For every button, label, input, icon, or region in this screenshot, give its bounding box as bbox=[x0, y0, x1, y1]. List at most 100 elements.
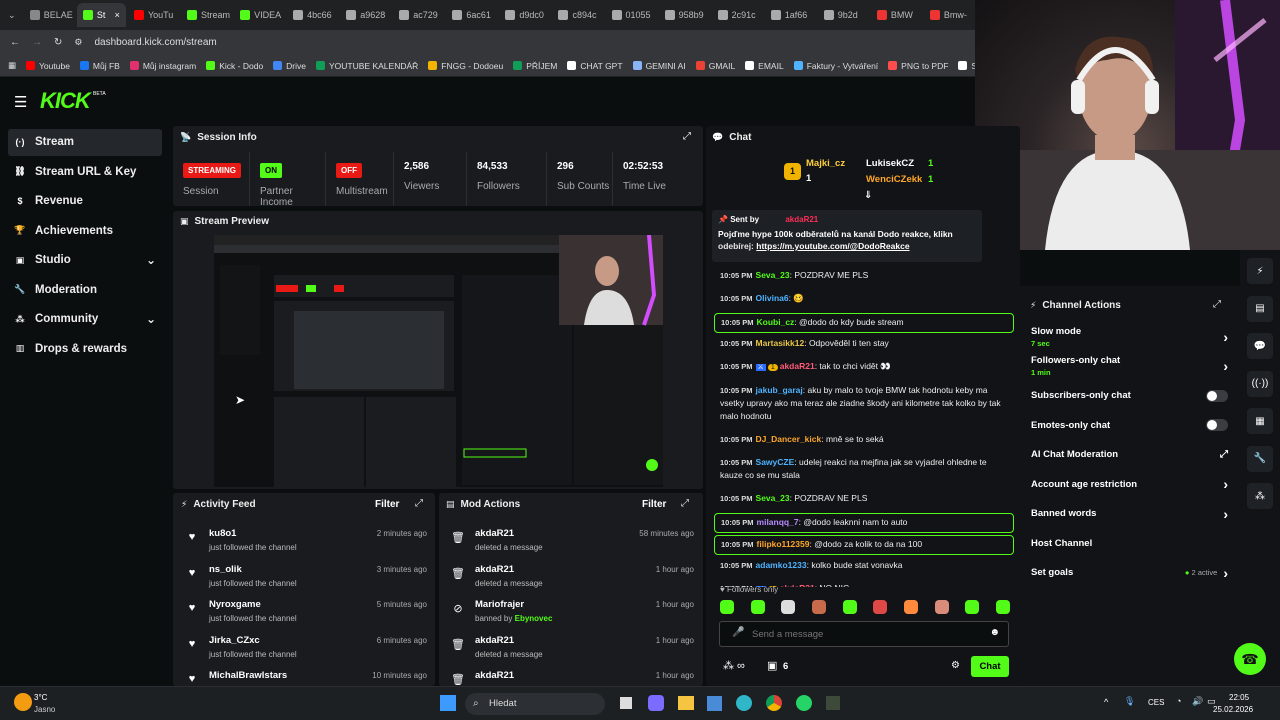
browser-tab[interactable]: Stream bbox=[181, 3, 232, 27]
clock-time[interactable]: 22:05 bbox=[1229, 693, 1249, 702]
browser-tab[interactable]: VIDEA bbox=[234, 3, 285, 27]
chat-message[interactable]: 10:05 PM Seva_23: POZDRAV ME PLS bbox=[714, 267, 1014, 285]
mod-action-user[interactable]: akdaR21 bbox=[475, 528, 543, 539]
browser-tab[interactable]: 4bc66 bbox=[287, 3, 338, 27]
chat-username[interactable]: Koubi_cz bbox=[757, 317, 795, 327]
users-infinity-icon[interactable]: ⁂ ∞ bbox=[723, 659, 745, 672]
chat-message-input[interactable] bbox=[752, 626, 972, 642]
chat-message[interactable]: 10:05 PM filipko112359: @dodo za kolik to… bbox=[714, 535, 1014, 555]
browser-tab[interactable]: d9dc0 bbox=[499, 3, 550, 27]
chat-username[interactable]: Martasikk12 bbox=[756, 338, 805, 348]
chat-username[interactable]: Olivina6 bbox=[756, 293, 789, 303]
toggle-switch[interactable] bbox=[1206, 389, 1228, 402]
channel-action-emotes-only-chat[interactable]: Emotes-only chat bbox=[1020, 411, 1240, 441]
channel-action-account-age-restriction[interactable]: Account age restriction › bbox=[1020, 470, 1240, 500]
chat-input-box[interactable]: 🎤 ☻ bbox=[719, 621, 1009, 647]
leader-1-name[interactable]: Majki_cz bbox=[806, 158, 845, 169]
volume-icon[interactable]: 🔊 bbox=[1192, 696, 1203, 707]
leader-2-name[interactable]: LukisekCZ bbox=[866, 158, 914, 169]
bookmark[interactable]: YOUTUBE KALENDÁŘ bbox=[316, 61, 418, 71]
sidebar-item-community[interactable]: ⁂ Community ⌄ bbox=[8, 306, 162, 333]
gift-icon[interactable]: ▣ bbox=[767, 659, 777, 672]
chevron-right-icon[interactable]: › bbox=[1223, 329, 1228, 345]
close-tab-icon[interactable]: × bbox=[115, 10, 120, 20]
pinned-message[interactable]: 📌 Sent by akdaR21 Pojďme hype 100k odběr… bbox=[712, 210, 982, 262]
chat-username[interactable]: akdaR21 bbox=[780, 361, 815, 371]
activity-user[interactable]: Jirka_CZxc bbox=[209, 635, 297, 646]
chevron-right-icon[interactable]: › bbox=[1223, 565, 1228, 581]
bolt-icon[interactable]: ⚡ bbox=[1247, 258, 1273, 284]
leader-3-name[interactable]: WenciCZekk bbox=[866, 174, 922, 185]
channel-action-slow-mode[interactable]: Slow mode 7 sec › bbox=[1020, 322, 1240, 352]
settings-icon[interactable]: ⚙ bbox=[951, 660, 960, 671]
url-field[interactable]: dashboard.kick.com/stream bbox=[94, 37, 216, 48]
chat-username[interactable]: DJ_Dancer_kick bbox=[756, 434, 822, 444]
chevron-down-icon[interactable]: ⌄ bbox=[146, 312, 156, 326]
store-icon[interactable] bbox=[707, 696, 722, 711]
mod-action-user[interactable]: akdaR21 bbox=[475, 564, 543, 575]
activity-filter-button[interactable]: Filter bbox=[375, 499, 399, 510]
broadcast-icon[interactable]: ((·)) bbox=[1247, 370, 1273, 397]
chat-message[interactable]: 10:05 PM jakub_garaj: aku by malo to tvoj… bbox=[714, 382, 1014, 426]
bookmark[interactable]: GEMINI AI bbox=[632, 61, 686, 71]
pinned-link[interactable]: https://m.youtube.com/@DodoReakce bbox=[756, 241, 909, 251]
activity-row[interactable]: ♥ ns_olik just followed the channel 3 minut… bbox=[185, 564, 427, 600]
stream-preview-video[interactable] bbox=[214, 235, 663, 487]
chevron-right-icon[interactable]: › bbox=[1223, 476, 1228, 492]
chrome-icon[interactable] bbox=[766, 695, 782, 711]
mod-action-row[interactable]: ⊘ Mariofrajer banned by Ebynovec 1 hour ago bbox=[451, 599, 694, 635]
channel-action-set-goals[interactable]: Set goals ● 2 active › bbox=[1020, 558, 1240, 588]
chat-message[interactable]: 10:05 PM Martasikk12: Odpověděl ti ten st… bbox=[714, 335, 1014, 353]
activity-row[interactable]: ♥ ku8o1 just followed the channel 2 minutes… bbox=[185, 528, 427, 564]
browser-tab[interactable]: c894c bbox=[552, 3, 603, 27]
expand-icon[interactable]: ⤢ bbox=[415, 498, 423, 509]
chevron-right-icon[interactable]: › bbox=[1223, 358, 1228, 374]
emote-icon[interactable] bbox=[873, 600, 888, 614]
chat-username[interactable]: Seva_23 bbox=[756, 270, 790, 280]
chat-username[interactable]: Seva_23 bbox=[756, 493, 790, 503]
chat-username[interactable]: filipko112359 bbox=[757, 539, 810, 549]
chat-username[interactable]: jakub_garaj bbox=[756, 385, 803, 395]
sidebar-item-stream[interactable]: (·) Stream bbox=[8, 129, 162, 156]
language[interactable]: CES bbox=[1148, 698, 1164, 707]
mod-action-user[interactable]: akdaR21 bbox=[475, 670, 514, 681]
browser-tab[interactable]: 958b9 bbox=[659, 3, 710, 27]
mod-action-user[interactable]: Mariofrajer bbox=[475, 599, 552, 610]
bookmark[interactable]: Kick - Dodo bbox=[206, 61, 263, 71]
emote-icon[interactable] bbox=[750, 600, 765, 614]
taskbar-search[interactable]: ⌕ Hledat bbox=[465, 693, 605, 715]
wifi-icon[interactable]: ◔ bbox=[1176, 696, 1181, 706]
browser-tab[interactable]: 1af66 bbox=[765, 3, 816, 27]
browser-tab[interactable]: St × bbox=[76, 3, 126, 27]
toggle-switch[interactable] bbox=[1206, 419, 1228, 432]
mod-filter-button[interactable]: Filter bbox=[642, 499, 666, 510]
emote-icon[interactable] bbox=[965, 600, 980, 614]
expand-icon[interactable]: ⤢ bbox=[681, 498, 689, 509]
clipboard-icon[interactable]: ▤ bbox=[1247, 295, 1273, 322]
edge-icon[interactable] bbox=[736, 695, 752, 711]
chat-username[interactable]: SawyCZE bbox=[756, 457, 795, 467]
file-explorer-icon[interactable] bbox=[678, 696, 694, 710]
external-link-icon[interactable]: ⤢ bbox=[1220, 449, 1228, 460]
browser-tab[interactable]: ac729 bbox=[393, 3, 444, 27]
reload-icon[interactable]: ↻ bbox=[54, 37, 62, 48]
activity-user[interactable]: MichalBrawlstars bbox=[209, 670, 287, 681]
copilot-icon[interactable] bbox=[648, 695, 664, 711]
wrench-icon[interactable]: 🔧 bbox=[1247, 445, 1273, 472]
tab-list-button[interactable]: ⌄ bbox=[4, 3, 22, 27]
sidebar-item-moderation[interactable]: 🔧 Moderation bbox=[8, 277, 162, 304]
emote-icon[interactable] bbox=[995, 600, 1010, 614]
chat-send-button[interactable]: Chat bbox=[971, 656, 1009, 677]
support-button[interactable]: ☎ bbox=[1234, 643, 1266, 675]
sidebar-item-revenue[interactable]: $ Revenue bbox=[8, 188, 162, 215]
bookmark[interactable]: Můj instagram bbox=[129, 61, 196, 71]
sidebar-item-drops-rewards[interactable]: ▥ Drops & rewards bbox=[8, 336, 162, 363]
microphone-icon[interactable]: 🎤 bbox=[732, 627, 744, 638]
chat-message[interactable]: 10:05 PM Olivina6: 🥴 bbox=[714, 290, 1014, 308]
sidebar-item-stream-url-key[interactable]: ⛓ Stream URL & Key bbox=[8, 159, 162, 186]
app-icon[interactable] bbox=[826, 696, 840, 710]
clock-date[interactable]: 25.02.2026 bbox=[1213, 705, 1253, 714]
bookmark[interactable]: Faktury - Vytváření bbox=[793, 61, 878, 71]
channel-action-followers-only-chat[interactable]: Followers-only chat 1 min › bbox=[1020, 352, 1240, 382]
mod-action-row[interactable]: 🗑 akdaR21 deleted a message 1 hour ago bbox=[451, 564, 694, 600]
